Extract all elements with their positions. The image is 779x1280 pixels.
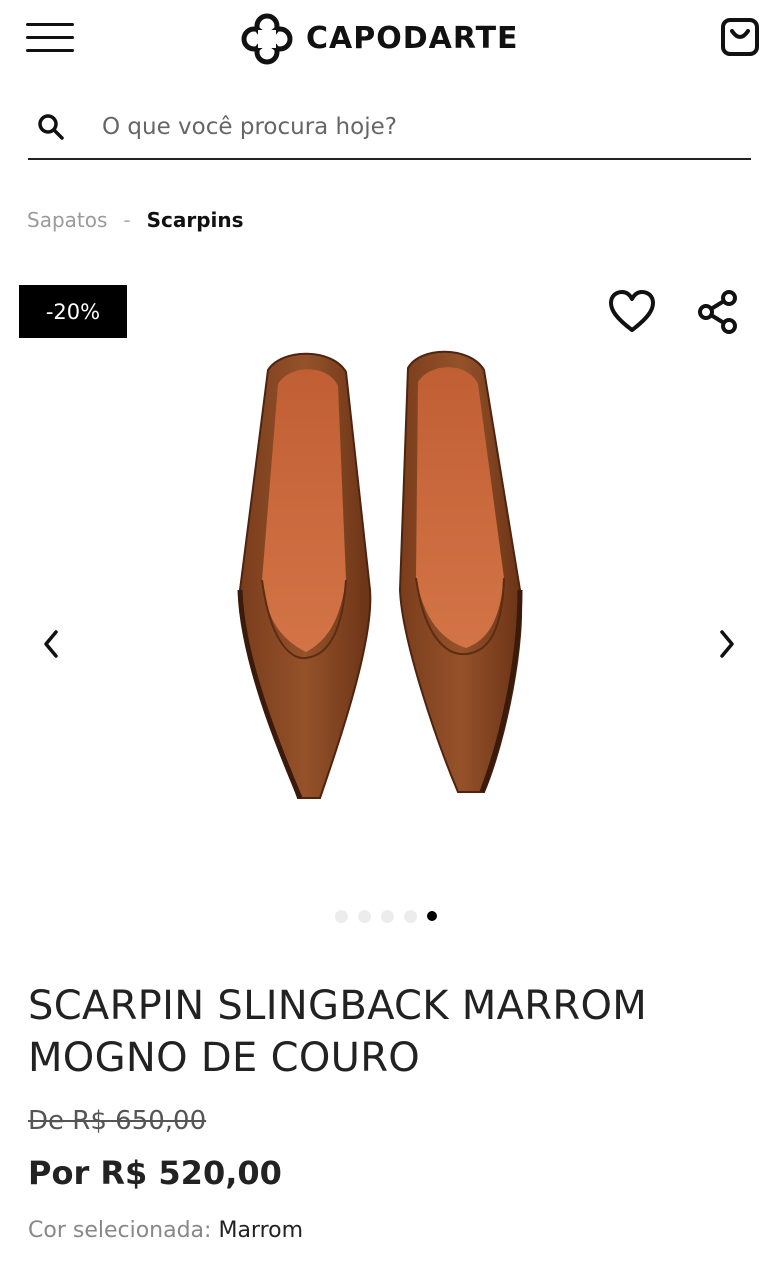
discount-badge: -20% [19, 285, 127, 338]
chevron-left-icon [44, 630, 58, 658]
shopping-bag-icon [721, 18, 759, 56]
hamburger-icon [26, 23, 74, 26]
gallery-prev-button[interactable] [36, 622, 66, 666]
search-input[interactable] [100, 106, 724, 148]
left-shoe [237, 352, 372, 799]
brand-logo[interactable]: CAPODARTE [238, 10, 519, 66]
gallery-dot[interactable] [358, 910, 371, 923]
share-button[interactable] [694, 288, 742, 336]
selected-color-value: Marrom [218, 1218, 304, 1243]
cart-button[interactable] [718, 16, 762, 60]
menu-button[interactable] [26, 20, 74, 56]
selected-color-label: Cor selecionada: [28, 1218, 212, 1243]
product-image [237, 350, 523, 799]
gallery-dot[interactable] [335, 910, 348, 923]
favorite-button[interactable] [606, 286, 658, 338]
brand-name: CAPODARTE [306, 20, 519, 56]
gallery-dot-active[interactable] [427, 911, 437, 921]
clover-logo-icon [241, 13, 293, 65]
search-bar [28, 100, 751, 160]
breadcrumb-separator: - [123, 208, 131, 232]
chevron-right-icon [720, 630, 734, 658]
breadcrumb: Sapatos - Scarpins [27, 208, 244, 232]
original-price: De R$ 650,00 [28, 1106, 207, 1136]
heart-icon [609, 290, 655, 332]
gallery-pagination [335, 910, 437, 923]
share-icon [698, 290, 737, 334]
gallery-dot[interactable] [404, 910, 417, 923]
sale-price: Por R$ 520,00 [28, 1154, 282, 1192]
breadcrumb-sapatos[interactable]: Sapatos [27, 208, 107, 232]
product-title: SCARPIN SLINGBACK MARROM MOGNO DE COURO [28, 983, 648, 1081]
breadcrumb-scarpins: Scarpins [146, 208, 244, 232]
search-icon[interactable] [36, 112, 66, 142]
right-shoe [398, 350, 523, 793]
gallery-next-button[interactable] [712, 622, 742, 666]
selected-color: Cor selecionada: Marrom [28, 1218, 303, 1243]
gallery-dot[interactable] [381, 910, 394, 923]
